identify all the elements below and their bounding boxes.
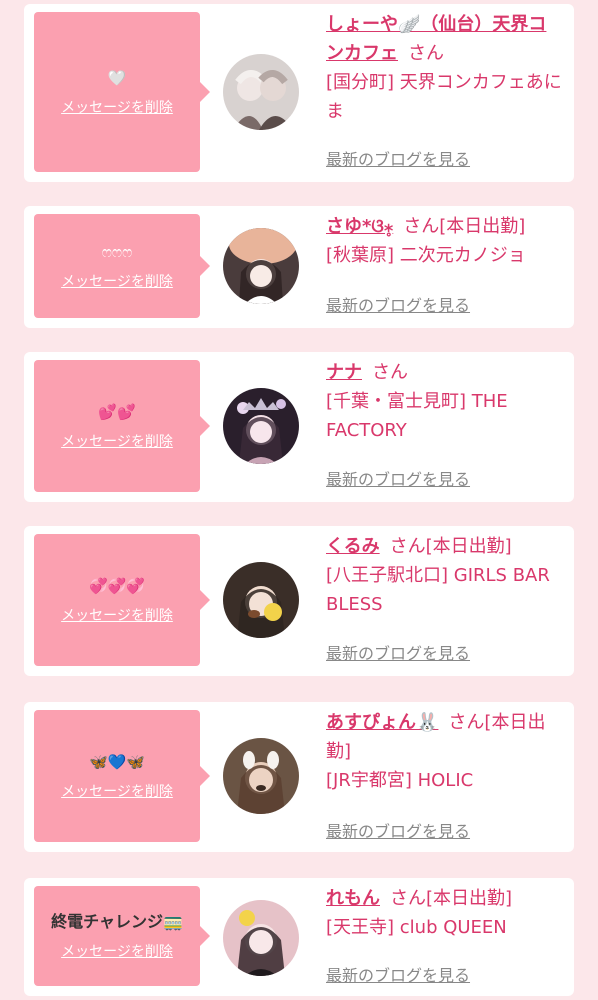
avatar-photo [223, 228, 299, 304]
delete-message-link[interactable]: メッセージを削除 [61, 941, 173, 961]
honorific-status: さん [408, 43, 444, 64]
latest-blog-link[interactable]: 最新のブログを見る [326, 962, 470, 986]
honorific-status: さん[本日出勤] [403, 216, 526, 237]
avatar[interactable] [223, 54, 299, 130]
shop-text: [国分町] 天界コンカフェあにま [326, 72, 562, 122]
honorific-status: さん[本日出勤] [389, 536, 512, 557]
message-text: ෆෆෆ [101, 243, 133, 261]
message-card: 💕💕 メッセージを削除 ナナ さん [千葉・富士見町] THE FACTORY 最… [24, 352, 574, 502]
avatar[interactable] [223, 562, 299, 638]
cast-info: あすぴょん🐰 さん[本日出勤] [JR宇都宮] HOLIC [326, 708, 564, 795]
avatar[interactable] [223, 738, 299, 814]
cast-name-link[interactable]: れもん [326, 888, 380, 909]
message-card: 💞💞💞 メッセージを削除 くるみ さん[本日出勤] [八王子駅北口] GIRLS … [24, 526, 574, 676]
message-bubble: 🦋💙🦋 メッセージを削除 [34, 710, 210, 842]
cast-name-link[interactable]: くるみ [326, 536, 380, 557]
avatar-photo [223, 738, 299, 814]
cast-name-link[interactable]: さゆ*ଓ⁎̥ [326, 216, 393, 237]
message-card: 🤍 メッセージを削除 しょーや🪽（仙台）天界コンカフェ さん [国分町] 天界コン… [24, 4, 574, 182]
message-bubble: 🤍 メッセージを削除 [34, 12, 210, 172]
delete-message-link[interactable]: メッセージを削除 [61, 97, 173, 117]
shop-text: [JR宇都宮] HOLIC [326, 770, 474, 791]
avatar-photo [223, 54, 299, 130]
message-bubble: ෆෆෆ メッセージを削除 [34, 214, 210, 318]
delete-message-link[interactable]: メッセージを削除 [61, 605, 173, 625]
cast-info: さゆ*ଓ⁎̥ さん[本日出勤] [秋葉原] 二次元カノジョ [326, 212, 564, 270]
shop-text: [千葉・富士見町] THE FACTORY [326, 391, 508, 441]
message-card: ෆෆෆ メッセージを削除 さゆ*ଓ⁎̥ さん[本日出勤] [秋葉原] 二次元カノジ… [24, 206, 574, 328]
avatar[interactable] [223, 900, 299, 976]
message-text: 💞💞💞 [88, 577, 146, 595]
cast-name-link[interactable]: あすぴょん🐰 [326, 712, 438, 733]
shop-text: [天王寺] club QUEEN [326, 917, 507, 938]
cast-info: れもん さん[本日出勤] [天王寺] club QUEEN [326, 884, 564, 942]
honorific-status: さん [372, 362, 408, 383]
avatar[interactable] [223, 388, 299, 464]
latest-blog-link[interactable]: 最新のブログを見る [326, 640, 470, 664]
message-bubble: 💞💞💞 メッセージを削除 [34, 534, 210, 666]
latest-blog-link[interactable]: 最新のブログを見る [326, 466, 470, 490]
message-card: 🦋💙🦋 メッセージを削除 あすぴょん🐰 さん[本日出勤] [JR宇都宮] HOLI… [24, 702, 574, 852]
cast-name-link[interactable]: ナナ [326, 362, 362, 383]
avatar-photo [223, 388, 299, 464]
cast-info: くるみ さん[本日出勤] [八王子駅北口] GIRLS BAR BLESS [326, 532, 564, 619]
avatar-photo [223, 900, 299, 976]
avatar-photo [223, 562, 299, 638]
delete-message-link[interactable]: メッセージを削除 [61, 781, 173, 801]
message-text: 💕💕 [98, 403, 136, 421]
message-bubble: 💕💕 メッセージを削除 [34, 360, 210, 492]
latest-blog-link[interactable]: 最新のブログを見る [326, 818, 470, 842]
shop-text: [八王子駅北口] GIRLS BAR BLESS [326, 565, 550, 615]
message-text: 終電チャレンジ🚃 [51, 912, 183, 931]
message-card: 終電チャレンジ🚃 メッセージを削除 れもん さん[本日出勤] [天王寺] club… [24, 878, 574, 996]
delete-message-link[interactable]: メッセージを削除 [61, 431, 173, 451]
message-list: 🤍 メッセージを削除 しょーや🪽（仙台）天界コンカフェ さん [国分町] 天界コン… [0, 0, 598, 1000]
message-text: 🦋💙🦋 [88, 753, 146, 771]
cast-info: ナナ さん [千葉・富士見町] THE FACTORY [326, 358, 564, 445]
cast-info: しょーや🪽（仙台）天界コンカフェ さん [国分町] 天界コンカフェあにま [326, 10, 564, 126]
honorific-status: さん[本日出勤] [390, 888, 513, 909]
shop-text: [秋葉原] 二次元カノジョ [326, 245, 526, 266]
avatar[interactable] [223, 228, 299, 304]
delete-message-link[interactable]: メッセージを削除 [61, 271, 173, 291]
message-text: 🤍 [107, 69, 127, 87]
latest-blog-link[interactable]: 最新のブログを見る [326, 292, 470, 316]
message-bubble: 終電チャレンジ🚃 メッセージを削除 [34, 886, 210, 986]
latest-blog-link[interactable]: 最新のブログを見る [326, 146, 470, 170]
